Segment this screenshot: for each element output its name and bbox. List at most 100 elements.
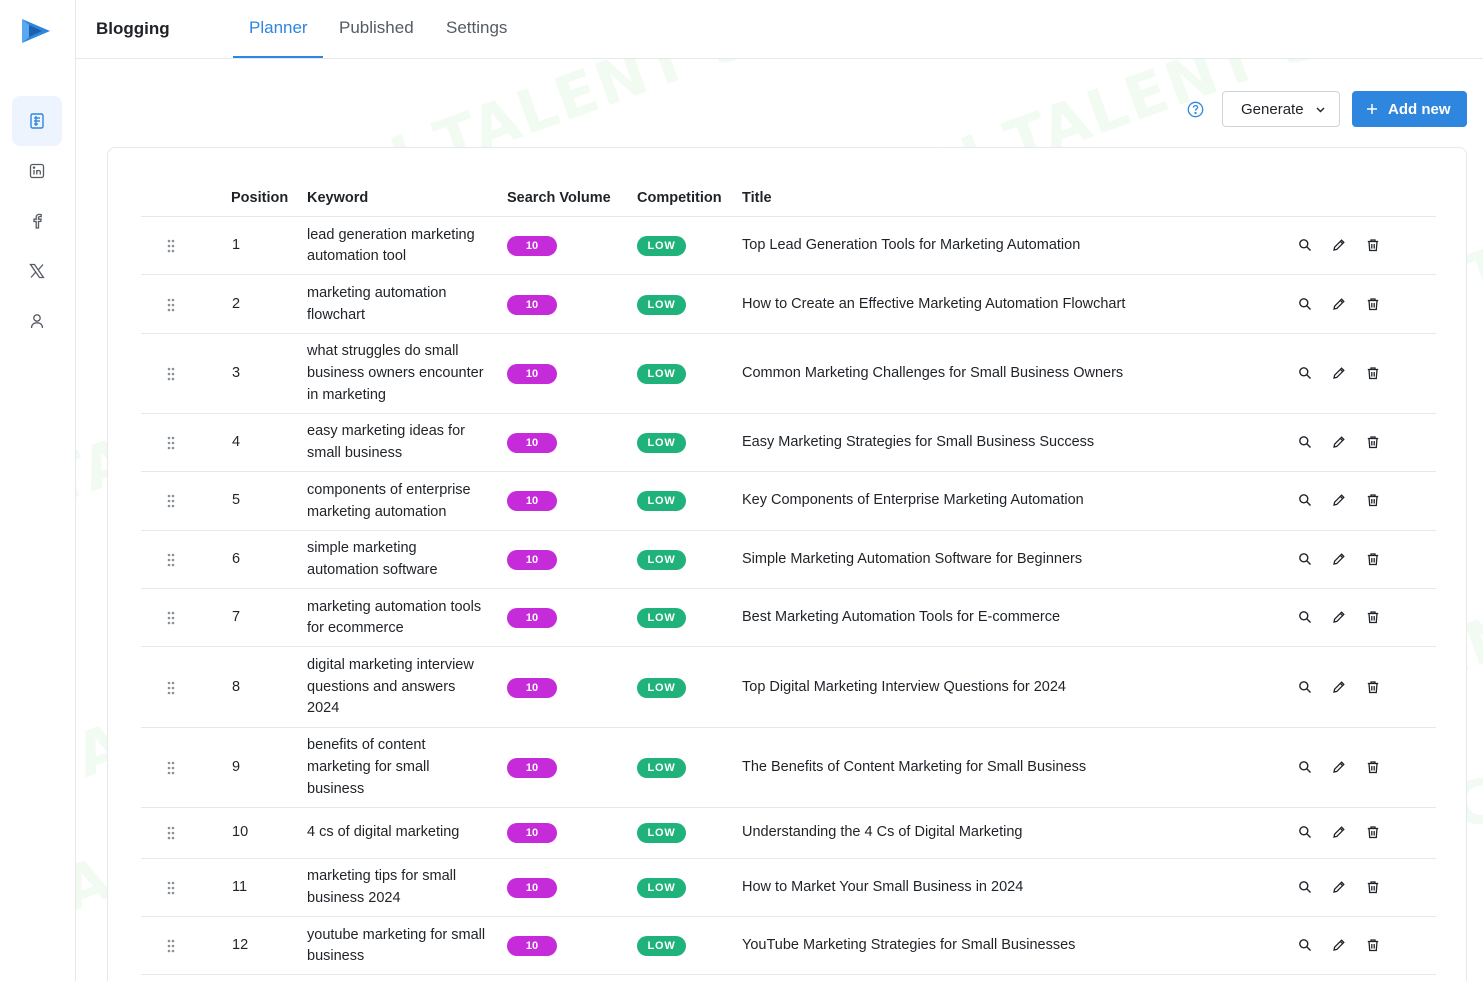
- search-icon[interactable]: [1298, 880, 1312, 894]
- table-row: 1 lead generation marketing automation too…: [141, 217, 1436, 276]
- row-keyword: 4 cs of digital marketing: [307, 822, 497, 844]
- user-icon: [30, 314, 44, 329]
- plus-icon: [1367, 104, 1377, 114]
- row-position: 1: [232, 237, 241, 254]
- drag-handle-icon[interactable]: [167, 553, 175, 567]
- trash-icon[interactable]: [1366, 680, 1380, 694]
- row-keyword-line: 4 cs of digital marketing: [307, 824, 460, 841]
- help-circle-icon[interactable]: [1187, 101, 1204, 118]
- trash-icon[interactable]: [1366, 760, 1380, 774]
- edit-pencil-icon[interactable]: [1332, 680, 1346, 694]
- sidebar: [0, 0, 76, 981]
- search-volume-badge: 10: [507, 236, 557, 257]
- sidebar-item-blog[interactable]: [12, 96, 62, 146]
- row-title: The Benefits of Content Marketing for Sm…: [742, 758, 1087, 775]
- competition-badge: LOW: [637, 363, 686, 384]
- edit-pencil-icon[interactable]: [1332, 297, 1346, 311]
- tab-settings[interactable]: Settings: [446, 18, 507, 59]
- drag-handle-icon[interactable]: [167, 494, 175, 508]
- search-icon[interactable]: [1298, 493, 1312, 507]
- row-title: Top Lead Generation Tools for Marketing …: [742, 237, 1081, 254]
- row-title: Simple Marketing Automation Software for…: [742, 550, 1083, 567]
- trash-icon[interactable]: [1366, 238, 1380, 252]
- sidebar-item-facebook[interactable]: [12, 196, 62, 246]
- row-keyword: simple marketing automation software: [307, 538, 497, 581]
- edit-pencil-icon[interactable]: [1332, 825, 1346, 839]
- drag-handle-icon[interactable]: [167, 611, 175, 625]
- table-row: 12 youtube marketing for small business 10 L…: [141, 917, 1436, 976]
- search-icon[interactable]: [1298, 297, 1312, 311]
- row-position: 6: [232, 550, 241, 567]
- drag-handle-icon[interactable]: [167, 826, 175, 840]
- drag-handle-icon[interactable]: [167, 761, 175, 775]
- edit-pencil-icon[interactable]: [1332, 610, 1346, 624]
- edit-pencil-icon[interactable]: [1332, 493, 1346, 507]
- drag-handle-icon[interactable]: [167, 436, 175, 450]
- search-volume-badge: 10: [507, 433, 557, 454]
- search-icon[interactable]: [1298, 238, 1312, 252]
- row-keyword: digital marketing interview questions and…: [307, 655, 497, 720]
- row-keyword-line: marketing automation: [307, 284, 447, 301]
- trash-icon[interactable]: [1366, 435, 1380, 449]
- edit-pencil-icon[interactable]: [1332, 552, 1346, 566]
- edit-pencil-icon[interactable]: [1332, 238, 1346, 252]
- drag-handle-icon[interactable]: [167, 681, 175, 695]
- trash-icon[interactable]: [1366, 297, 1380, 311]
- row-title: How to Market Your Small Business in 202…: [742, 878, 1024, 895]
- drag-handle-icon[interactable]: [167, 939, 175, 953]
- sidebar-item-x[interactable]: [12, 246, 62, 296]
- generate-dropdown-button[interactable]: Generate: [1222, 91, 1340, 127]
- document-icon: [30, 113, 44, 129]
- competition-badge: LOW: [637, 608, 686, 629]
- drag-handle-icon[interactable]: [167, 367, 175, 381]
- row-title: Easy Marketing Strategies for Small Busi…: [742, 434, 1095, 451]
- drag-handle-icon[interactable]: [167, 881, 175, 895]
- competition-badge: LOW: [637, 936, 686, 957]
- edit-pencil-icon[interactable]: [1332, 880, 1346, 894]
- search-icon[interactable]: [1298, 760, 1312, 774]
- row-keyword: marketing automation tools for ecommerce: [307, 597, 497, 640]
- trash-icon[interactable]: [1366, 938, 1380, 952]
- drag-handle-icon[interactable]: [167, 298, 175, 312]
- trash-icon[interactable]: [1366, 880, 1380, 894]
- row-keyword-line: benefits of content: [307, 737, 426, 754]
- competition-badge: LOW: [637, 823, 686, 844]
- edit-pencil-icon[interactable]: [1332, 435, 1346, 449]
- search-icon[interactable]: [1298, 435, 1312, 449]
- row-position: 2: [232, 295, 241, 312]
- row-keyword-line: questions and answers: [307, 678, 456, 695]
- edit-pencil-icon[interactable]: [1332, 760, 1346, 774]
- trash-icon[interactable]: [1366, 825, 1380, 839]
- add-new-button[interactable]: Add new: [1352, 91, 1467, 127]
- trash-icon[interactable]: [1366, 552, 1380, 566]
- row-keyword-line: automation software: [307, 561, 438, 578]
- header-position: Position: [231, 190, 289, 206]
- trash-icon[interactable]: [1366, 493, 1380, 507]
- sidebar-item-linkedin[interactable]: [12, 146, 62, 196]
- add-new-label: Add new: [1388, 100, 1451, 118]
- search-icon[interactable]: [1298, 825, 1312, 839]
- edit-pencil-icon[interactable]: [1332, 938, 1346, 952]
- search-icon[interactable]: [1298, 610, 1312, 624]
- tab-planner[interactable]: Planner: [249, 18, 308, 59]
- row-keyword: youtube marketing for small business: [307, 925, 497, 968]
- trash-icon[interactable]: [1366, 366, 1380, 380]
- search-icon[interactable]: [1298, 552, 1312, 566]
- search-icon[interactable]: [1298, 680, 1312, 694]
- search-icon[interactable]: [1298, 938, 1312, 952]
- row-position: 9: [232, 758, 241, 775]
- tab-published[interactable]: Published: [339, 18, 414, 59]
- table-row: 9 benefits of content marketing for small b…: [141, 728, 1436, 808]
- edit-pencil-icon[interactable]: [1332, 366, 1346, 380]
- competition-badge: LOW: [637, 491, 686, 512]
- competition-badge: LOW: [637, 294, 686, 315]
- table-header: Position Keyword Search Volume Competiti…: [141, 188, 1436, 217]
- sidebar-item-profile[interactable]: [12, 296, 62, 346]
- trash-icon[interactable]: [1366, 610, 1380, 624]
- planner-table-card: Position Keyword Search Volume Competiti…: [107, 147, 1467, 981]
- app-logo-icon[interactable]: [20, 17, 52, 45]
- row-keyword-line: marketing automation: [307, 503, 447, 520]
- row-title: Common Marketing Challenges for Small Bu…: [742, 364, 1124, 381]
- search-icon[interactable]: [1298, 366, 1312, 380]
- drag-handle-icon[interactable]: [167, 239, 175, 253]
